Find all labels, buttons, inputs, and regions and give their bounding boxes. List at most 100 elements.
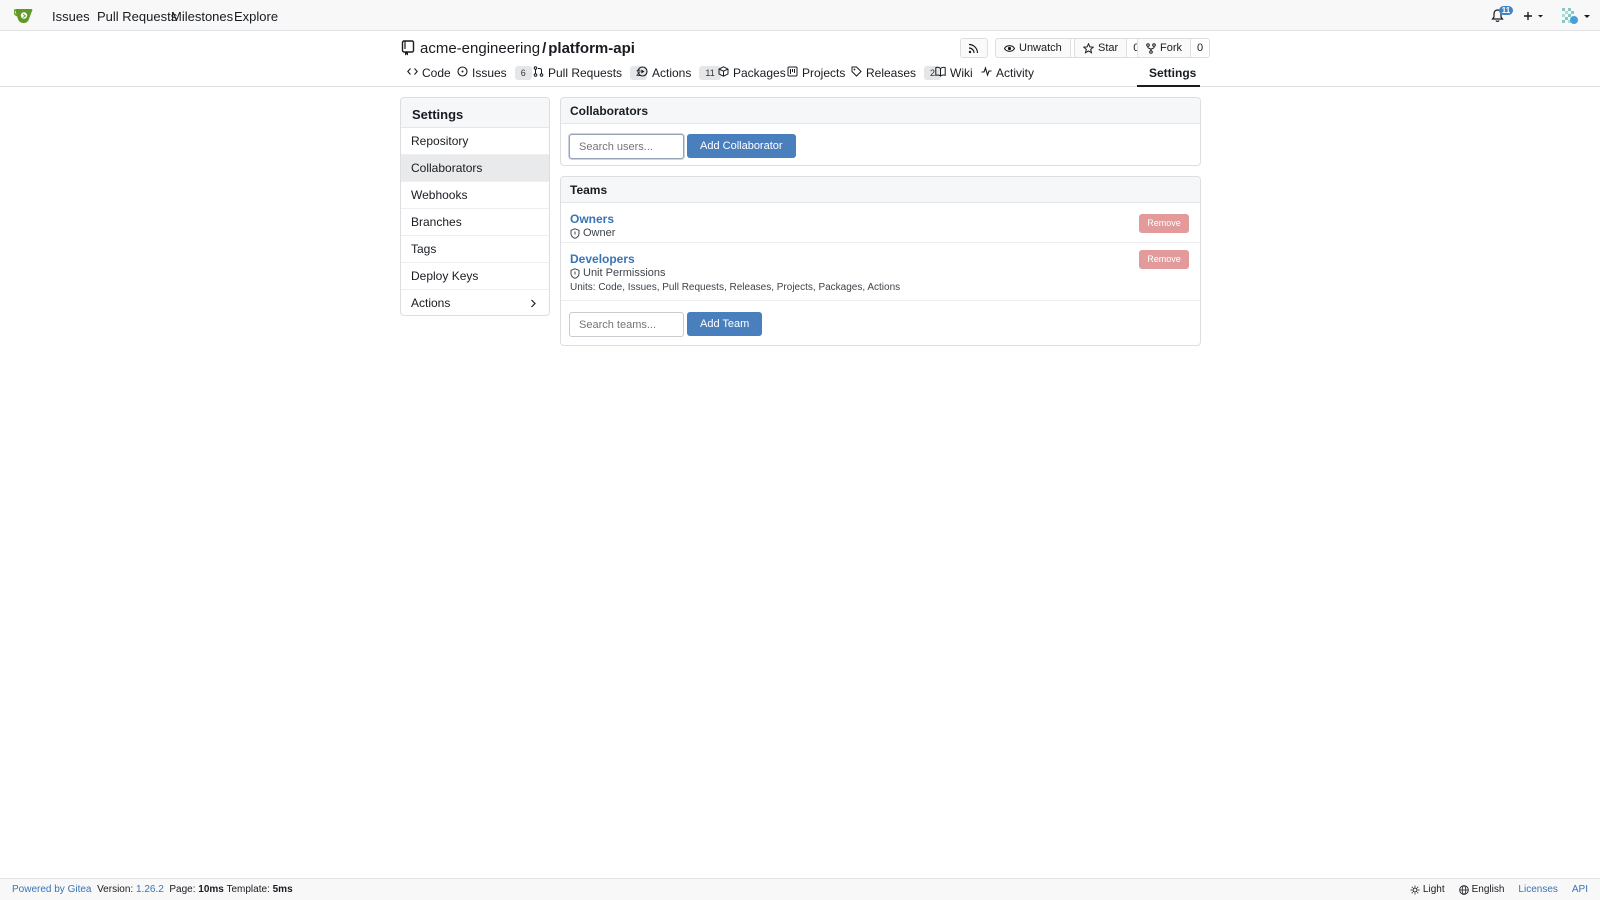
teams-title: Teams — [561, 177, 1200, 203]
team-permission: Unit Permissions — [570, 267, 666, 279]
package-icon — [718, 66, 729, 77]
unwatch-label: Unwatch — [1019, 42, 1062, 54]
tab-issues[interactable]: Issues 6 — [457, 66, 532, 87]
chevron-down-icon — [1584, 15, 1590, 18]
team-row: Developers Unit Permissions Units: Code,… — [561, 243, 1200, 301]
eye-icon — [1004, 44, 1015, 52]
theme-selector[interactable]: Light — [1410, 879, 1445, 900]
menu-item-actions[interactable]: Actions — [401, 290, 549, 315]
star-label: Star — [1098, 42, 1119, 54]
code-icon — [407, 68, 418, 75]
tab-packages-label: Packages — [733, 66, 786, 80]
repo-owner-link[interactable]: acme-engineering — [420, 40, 540, 57]
book-icon — [935, 66, 946, 77]
version-label: Version: — [97, 884, 134, 895]
sun-icon — [1410, 885, 1420, 894]
rss-feed-button[interactable] — [960, 38, 988, 58]
nav-pull-requests[interactable]: Pull Requests — [97, 9, 177, 24]
create-menu-button[interactable] — [1523, 7, 1545, 25]
tag-icon — [851, 66, 862, 77]
menu-item-branches[interactable]: Branches — [401, 209, 549, 236]
version-link[interactable]: 1.26.2 — [136, 884, 164, 895]
footer-left: Powered by Gitea Version: 1.26.2 Page: 1… — [12, 879, 293, 900]
tab-code[interactable]: Code — [407, 66, 451, 87]
tab-packages[interactable]: Packages — [718, 66, 786, 87]
tab-projects[interactable]: Projects — [787, 66, 845, 87]
tab-projects-label: Projects — [802, 66, 846, 80]
powered-by-link[interactable]: Powered by Gitea — [12, 884, 92, 895]
team-developers-units: Units: Code, Issues, Pull Requests, Rele… — [570, 282, 901, 293]
tab-settings-label: Settings — [1149, 66, 1197, 80]
remove-team-developers-button[interactable]: Remove — [1139, 250, 1189, 269]
tab-actions[interactable]: Actions 11 — [637, 66, 721, 87]
issues-count-badge: 6 — [514, 66, 532, 80]
tab-activity[interactable]: Activity — [981, 66, 1034, 87]
add-team-button[interactable]: Add Team — [687, 312, 763, 336]
team-row: Owners Owner Remove — [561, 203, 1200, 243]
page-time-value: 10ms — [198, 884, 224, 895]
fork-icon — [1146, 42, 1156, 54]
rss-icon — [968, 43, 979, 53]
menu-item-webhooks[interactable]: Webhooks — [401, 182, 549, 209]
gitea-logo-icon[interactable] — [14, 7, 34, 24]
template-time-value: 5ms — [272, 884, 293, 895]
tab-actions-label: Actions — [652, 66, 692, 80]
repo-header: acme-engineering/platform-api Unwatch 4 … — [0, 31, 1600, 87]
play-circle-icon — [637, 66, 648, 77]
tab-code-label: Code — [422, 66, 451, 80]
repo-icon — [401, 40, 415, 56]
teams-panel: Teams Owners Owner Remove Developers Uni… — [560, 176, 1201, 346]
repo-title-separator: / — [542, 40, 547, 57]
menu-item-actions-label: Actions — [411, 296, 451, 310]
tab-issues-label: Issues — [472, 66, 507, 80]
nav-milestones[interactable]: Milestones — [171, 9, 233, 24]
user-menu-button[interactable] — [1562, 7, 1591, 25]
collaborators-panel: Collaborators Add Collaborator — [560, 97, 1201, 166]
menu-item-collaborators[interactable]: Collaborators — [401, 155, 549, 182]
tab-settings[interactable]: Settings — [1137, 66, 1200, 87]
tab-pull-requests-label: Pull Requests — [548, 66, 623, 80]
theme-label: Light — [1422, 884, 1445, 895]
page-footer: Powered by Gitea Version: 1.26.2 Page: 1… — [0, 878, 1600, 900]
team-permission: Owner — [570, 227, 615, 239]
footer-right: Light English Licenses API — [1410, 879, 1588, 900]
issue-icon — [457, 66, 468, 77]
menu-item-deploy-keys[interactable]: Deploy Keys — [401, 263, 549, 290]
tab-wiki[interactable]: Wiki — [935, 66, 973, 87]
team-developers-permission-label: Unit Permissions — [583, 267, 666, 279]
language-label: English — [1471, 884, 1505, 895]
chevron-right-icon — [530, 290, 537, 315]
notification-count-badge: 11 — [1499, 6, 1513, 15]
language-selector[interactable]: English — [1458, 879, 1505, 900]
team-owners-permission-label: Owner — [583, 227, 616, 239]
tab-releases[interactable]: Releases 2 — [851, 66, 942, 87]
nav-explore[interactable]: Explore — [234, 9, 278, 24]
tab-wiki-label: Wiki — [950, 66, 973, 80]
search-users-input[interactable] — [569, 134, 684, 159]
forks-count[interactable]: 0 — [1190, 39, 1210, 57]
star-button[interactable]: Star 0 — [1074, 38, 1147, 58]
licenses-link[interactable]: Licenses — [1518, 879, 1557, 900]
menu-item-repository[interactable]: Repository — [401, 128, 549, 155]
avatar — [1562, 7, 1578, 24]
search-teams-input[interactable] — [569, 312, 684, 337]
page-time-label: Page: — [169, 884, 196, 895]
collaborators-title: Collaborators — [561, 98, 1200, 124]
fork-button[interactable]: Fork 0 — [1137, 38, 1211, 58]
tab-pull-requests[interactable]: Pull Requests 2 — [533, 66, 648, 87]
team-owners-link[interactable]: Owners — [570, 212, 614, 226]
project-icon — [787, 66, 798, 77]
shield-icon — [570, 227, 580, 239]
pull-request-icon — [533, 66, 544, 77]
repo-title: acme-engineering / platform-api — [420, 40, 635, 58]
settings-menu-title: Settings — [401, 98, 549, 128]
api-link[interactable]: API — [1572, 879, 1588, 900]
repo-name-link[interactable]: platform-api — [548, 40, 635, 57]
remove-team-owners-button[interactable]: Remove — [1139, 214, 1189, 233]
nav-issues[interactable]: Issues — [52, 9, 90, 24]
menu-item-tags[interactable]: Tags — [401, 236, 549, 263]
add-collaborator-button[interactable]: Add Collaborator — [687, 134, 796, 158]
pulse-icon — [981, 66, 992, 77]
plus-icon — [1524, 12, 1543, 20]
team-developers-link[interactable]: Developers — [570, 252, 635, 266]
